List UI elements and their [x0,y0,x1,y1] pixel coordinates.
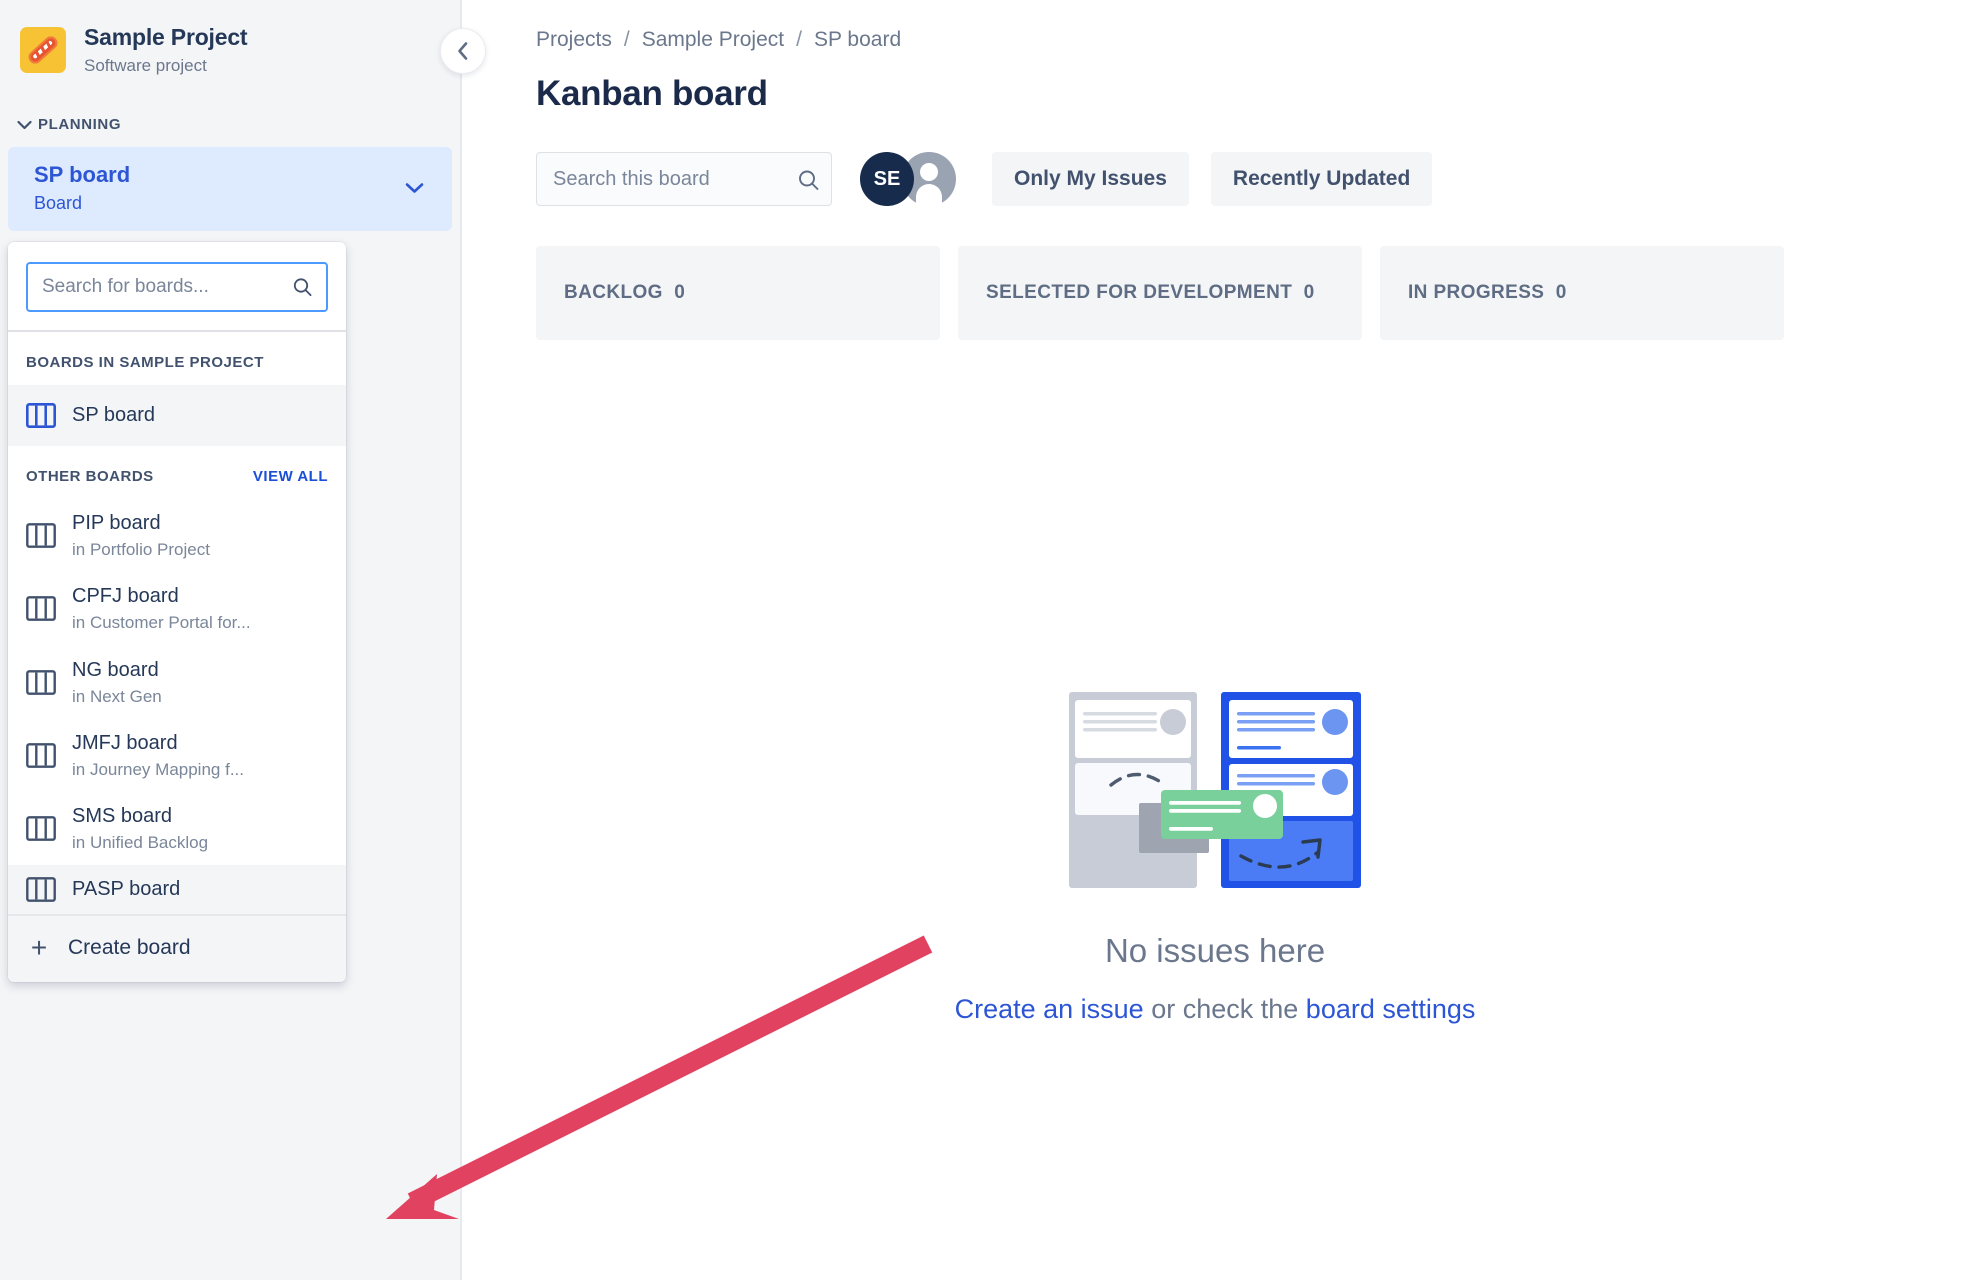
board-columns: BACKLOG 0 SELECTED FOR DEVELOPMENT 0 IN … [464,206,1966,340]
board-switcher-dropdown: BOARDS IN SAMPLE PROJECT SP board OTHER … [8,242,346,983]
board-settings-link[interactable]: board settings [1306,994,1476,1024]
dropdown-item-subtitle: in Journey Mapping f... [72,759,244,779]
board-columns-icon [26,742,56,768]
breadcrumb-separator: / [623,28,630,51]
kanban-board-illustration [1069,692,1361,888]
project-sidebar: Sample Project Software project PLANNING… [0,0,462,1280]
page-title: Kanban board [536,74,768,113]
section-heading-label: OTHER BOARDS [26,468,154,485]
jira-kanban-board-page: Sample Project Software project PLANNING… [0,0,1966,1280]
main-content: Projects / Sample Project / SP board Kan… [464,0,1966,1280]
dropdown-item-sp-board[interactable]: SP board [8,385,346,446]
board-column-selected-for-development[interactable]: SELECTED FOR DEVELOPMENT 0 [958,246,1362,340]
empty-state-middle-text: or check the [1143,994,1306,1024]
column-name: BACKLOG [564,282,663,303]
dropdown-item-title: SMS board [72,805,173,827]
dropdown-item-subtitle: in Portfolio Project [72,540,210,559]
dropdown-item-subtitle: in Unified Backlog [72,833,209,852]
board-column-in-progress[interactable]: IN PROGRESS 0 [1380,246,1784,340]
empty-state: No issues here Create an issue or check … [464,690,1966,1025]
board-columns-icon [26,596,56,622]
breadcrumb-item-sp-board[interactable]: SP board [814,28,901,52]
chevron-down-icon [14,117,34,134]
avatar-se[interactable]: SE [860,152,914,206]
only-my-issues-button[interactable]: Only My Issues [992,152,1189,206]
dropdown-item-title: PASP board [72,878,181,901]
plus-icon: + [30,932,48,964]
project-name: Sample Project [84,24,248,50]
sidebar-item-sp-board[interactable]: SP board Board [8,146,452,231]
view-all-link[interactable]: VIEW ALL [253,468,328,485]
sidebar-section-planning[interactable]: PLANNING [8,112,460,137]
section-heading-other-boards: OTHER BOARDS VIEW ALL [8,446,346,499]
sidebar-item-sublabel: Board [34,193,83,214]
dropdown-item-cpfj-board[interactable]: CPFJ board in Customer Portal for... [8,572,346,645]
board-columns-icon [26,816,56,842]
dropdown-item-title: SP board [72,404,156,426]
breadcrumb-item-projects[interactable]: Projects [536,28,612,52]
recently-updated-button[interactable]: Recently Updated [1210,152,1433,206]
column-name: IN PROGRESS [1408,282,1545,303]
other-boards-list: PIP board in Portfolio Project CPFJ boar… [8,499,346,915]
board-columns-icon [26,523,56,549]
create-board-button[interactable]: + Create board [8,914,346,983]
dropdown-item-sms-board[interactable]: SMS board in Unified Backlog [8,792,346,865]
board-columns-icon [26,669,56,695]
section-heading-boards-in-project: BOARDS IN SAMPLE PROJECT [8,332,346,385]
board-toolbar: SE Only My Issues Recently Updated [464,114,1966,206]
dropdown-item-title: PIP board [72,512,161,534]
dropdown-item-ng-board[interactable]: NG board in Next Gen [8,646,346,719]
board-column-backlog[interactable]: BACKLOG 0 [536,246,940,340]
search-this-board-input[interactable] [537,153,831,205]
create-board-label: Create board [68,936,191,960]
column-count: 0 [674,282,686,303]
empty-state-subtitle: Create an issue or check the board setti… [464,994,1966,1025]
breadcrumb-item-sample-project[interactable]: Sample Project [642,28,784,52]
avatar-group: SE [860,152,956,206]
dropdown-item-pasp-board[interactable]: PASP board [8,865,346,915]
dropdown-item-subtitle: in Customer Portal for... [72,613,251,633]
breadcrumb-separator: / [796,28,802,51]
dropdown-item-jmfj-board[interactable]: JMFJ board in Journey Mapping f... [8,719,346,792]
collapse-sidebar-button[interactable] [440,28,486,74]
dropdown-item-title: NG board [72,658,159,681]
create-an-issue-link[interactable]: Create an issue [955,994,1144,1024]
column-count: 0 [1555,282,1567,303]
board-search-field[interactable] [26,262,328,312]
breadcrumb: Projects / Sample Project / SP board [464,0,1966,52]
search-for-boards-input[interactable] [28,264,326,310]
chevron-down-icon[interactable] [405,178,424,200]
board-columns-icon [25,402,56,428]
search-icon [798,170,819,190]
project-header[interactable]: Sample Project Software project [0,0,460,76]
empty-state-title: No issues here [1104,932,1326,969]
dropdown-item-title: CPFJ board [72,585,179,608]
section-heading-label: BOARDS IN SAMPLE PROJECT [26,354,264,371]
sidebar-item-label: SP board [34,161,131,187]
search-icon [293,278,312,297]
dropdown-item-subtitle: in Next Gen [72,686,162,706]
hotdog-icon [20,26,66,73]
project-subtitle: Software project [84,55,207,75]
column-name: SELECTED FOR DEVELOPMENT [986,282,1293,303]
dropdown-item-title: JMFJ board [72,731,178,754]
planning-label: PLANNING [38,115,122,133]
dropdown-search-area [8,242,346,330]
dropdown-item-pip-board[interactable]: PIP board in Portfolio Project [8,499,346,572]
column-count: 0 [1303,282,1315,303]
board-search-field[interactable] [536,152,832,206]
chevron-left-icon [456,41,470,61]
board-columns-icon [26,877,56,903]
